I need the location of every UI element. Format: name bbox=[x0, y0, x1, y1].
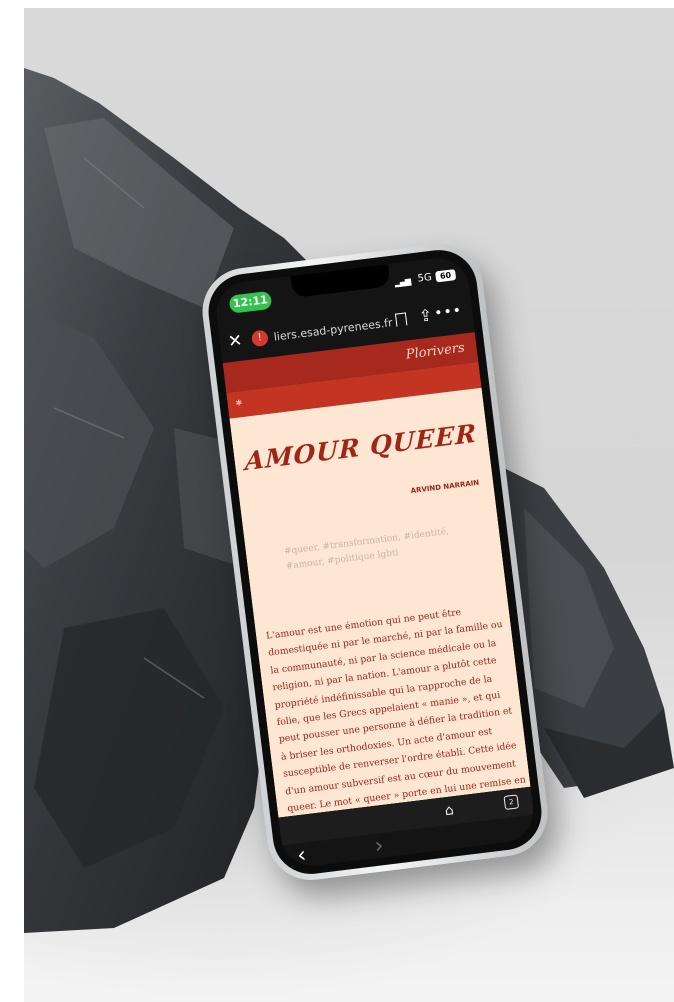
status-time: 12:11 bbox=[228, 290, 273, 314]
site-security-icon[interactable]: ! bbox=[250, 329, 269, 348]
article-tags[interactable]: #queer, #transformation, #identité, #amo… bbox=[283, 520, 487, 574]
home-icon[interactable]: ⌂ bbox=[444, 802, 455, 819]
product-photo: 12:11 ▂▄▆ 5G 60 ✕ ! liers.esad-pyrenees.… bbox=[24, 8, 674, 1002]
network-type: 5G bbox=[417, 272, 433, 285]
article-content: AMOUR QUEER ARVIND NARRAIN #queer, #tran… bbox=[229, 387, 531, 818]
back-icon[interactable]: ‹ bbox=[296, 843, 308, 869]
tabs-icon[interactable]: 2 bbox=[503, 794, 520, 810]
site-brand[interactable]: Plorivers bbox=[405, 341, 465, 363]
battery-level: 60 bbox=[435, 269, 457, 283]
article-author: ARVIND NARRAIN bbox=[410, 478, 480, 496]
bookmark-icon[interactable] bbox=[394, 312, 408, 327]
close-icon[interactable]: ✕ bbox=[227, 331, 244, 353]
forward-icon[interactable]: › bbox=[373, 833, 385, 859]
asterisk-icon: ✱ bbox=[235, 398, 243, 408]
article-title: AMOUR QUEER bbox=[244, 418, 478, 477]
signal-icon: ▂▄▆ bbox=[394, 276, 411, 288]
share-icon[interactable]: ⇪ bbox=[418, 305, 434, 325]
url-text[interactable]: liers.esad-pyrenees.fr bbox=[273, 316, 393, 343]
article-body: L'amour est une émotion qui ne peut être… bbox=[265, 599, 527, 818]
more-icon[interactable]: ••• bbox=[433, 303, 463, 322]
